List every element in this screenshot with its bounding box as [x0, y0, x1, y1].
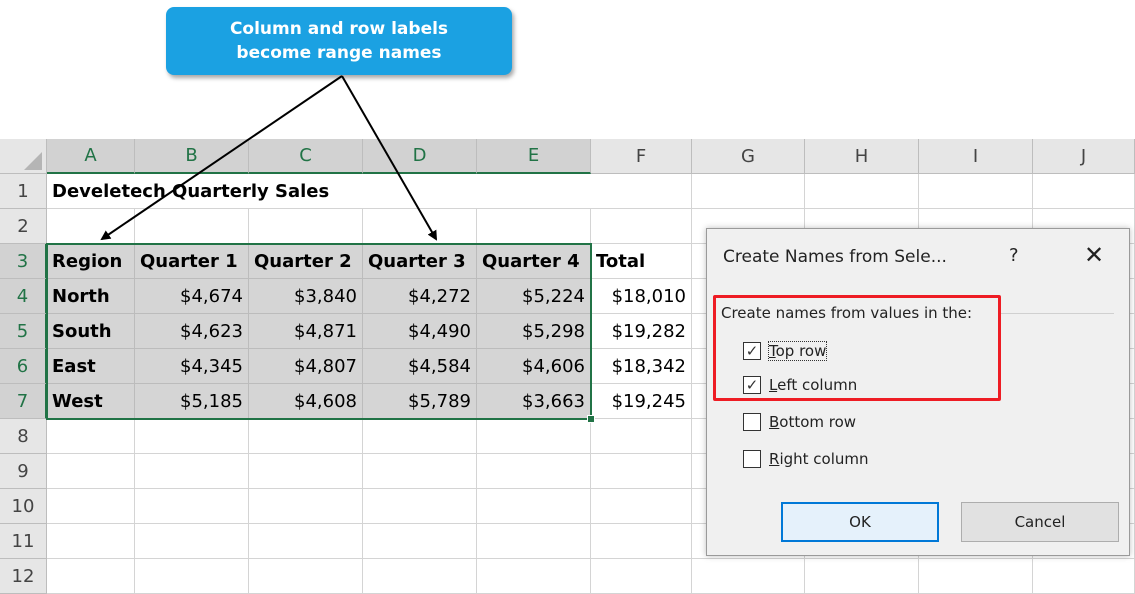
arrow-to-region	[100, 75, 343, 241]
option-right-column[interactable]: Right column	[743, 450, 869, 468]
cancel-button[interactable]: Cancel	[961, 502, 1119, 542]
highlight-box	[713, 295, 1001, 401]
help-button[interactable]: ?	[1009, 245, 1019, 266]
right-column-checkbox[interactable]	[743, 450, 761, 468]
bottom-row-label[interactable]: Bottom row	[769, 413, 856, 431]
ok-button[interactable]: OK	[781, 502, 939, 542]
group-divider	[1000, 313, 1114, 314]
option-bottom-row[interactable]: Bottom row	[743, 413, 856, 431]
bottom-row-checkbox[interactable]	[743, 413, 761, 431]
close-icon[interactable]: ✕	[1084, 241, 1104, 269]
right-column-label[interactable]: Right column	[769, 450, 869, 468]
arrow-to-quarter-3	[341, 75, 437, 241]
dialog-title: Create Names from Sele...	[723, 247, 947, 267]
